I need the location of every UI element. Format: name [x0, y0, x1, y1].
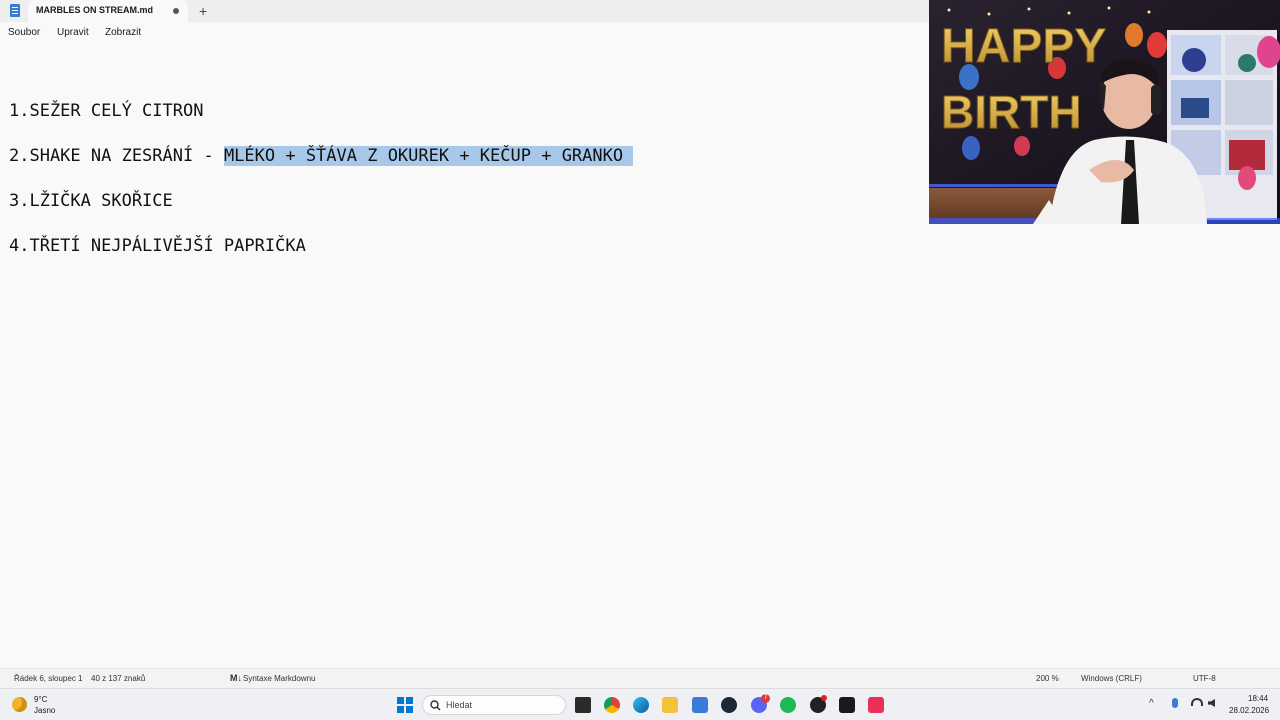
menu-edit[interactable]: Upravit: [57, 27, 89, 38]
document-line-1[interactable]: 1.SEŽER CELÝ CITRON: [9, 100, 203, 122]
search-placeholder: Hledat: [446, 700, 473, 710]
zoom-level[interactable]: 200 %: [1036, 674, 1059, 683]
menu-bar: Soubor Upravit Zobrazit: [0, 22, 930, 44]
steam-icon[interactable]: [721, 697, 737, 713]
tab-marbles-on-stream[interactable]: MARBLES ON STREAM.md: [28, 0, 188, 22]
unsaved-dot-icon[interactable]: [173, 8, 179, 14]
balloon-letters-birth: BIRTH: [941, 86, 1082, 138]
title-bar: MARBLES ON STREAM.md +: [0, 0, 930, 22]
task-view-icon[interactable]: [575, 697, 591, 713]
tab-title: MARBLES ON STREAM.md: [36, 5, 153, 15]
webcam-overlay: HAPPY BIRTH: [929, 0, 1280, 224]
moon-icon: [12, 697, 27, 712]
capcut-icon[interactable]: [839, 697, 855, 713]
search-box[interactable]: Hledat: [422, 695, 566, 715]
spotify-icon[interactable]: [780, 697, 796, 713]
edge-icon[interactable]: [633, 697, 649, 713]
tiktok-icon[interactable]: [868, 697, 884, 713]
cursor-position: Řádek 6, sloupec 1: [14, 674, 83, 683]
search-icon: [430, 700, 441, 711]
clock-date[interactable]: 28.02.2026: [1229, 706, 1269, 715]
taskbar: 9°C Jasno Hledat 7 ^ 18:44 28.02.2026: [0, 688, 1280, 720]
syntax-mode[interactable]: Syntaxe Markdownu: [243, 674, 315, 683]
document-line-2[interactable]: 2.SHAKE NA ZESRÁNÍ - MLÉKO + ŠŤÁVA Z OKU…: [9, 145, 634, 167]
weather-description: Jasno: [34, 706, 56, 715]
encoding[interactable]: UTF-8: [1193, 674, 1216, 683]
tray-overflow-chevron-icon[interactable]: ^: [1149, 698, 1154, 709]
discord-notification-badge: 7: [761, 694, 770, 703]
character-count: 40 z 137 znaků: [91, 674, 146, 683]
balloon-letters-happy: HAPPY: [941, 20, 1106, 73]
clock-time[interactable]: 18:44: [1248, 694, 1268, 703]
notepad-icon: [10, 4, 20, 17]
new-tab-button[interactable]: +: [199, 2, 207, 20]
windows-icon: [397, 697, 413, 713]
document-line-3[interactable]: 3.LŽIČKA SKOŘICE: [9, 190, 173, 212]
chrome-icon[interactable]: [604, 697, 620, 713]
document-line-4[interactable]: 4.TŘETÍ NEJPÁLIVĚJŠÍ PAPRIČKA: [9, 235, 306, 257]
volume-icon[interactable]: [1208, 699, 1215, 707]
file-explorer-icon[interactable]: [662, 697, 678, 713]
microphone-icon[interactable]: [1172, 698, 1178, 708]
menu-view[interactable]: Zobrazit: [105, 27, 141, 38]
start-button[interactable]: [397, 697, 413, 713]
recording-indicator: [821, 695, 827, 701]
markdown-icon: M↓: [230, 673, 242, 683]
webcam-scene: HAPPY BIRTH: [929, 0, 1280, 224]
line-2-text: 2.SHAKE NA ZESRÁNÍ -: [9, 146, 224, 166]
selected-text[interactable]: MLÉKO + ŠŤÁVA Z OKUREK + KEČUP + GRANKO: [223, 146, 634, 166]
line-endings[interactable]: Windows (CRLF): [1081, 674, 1142, 683]
weather-temperature: 9°C: [34, 695, 48, 704]
status-bar: Řádek 6, sloupec 1 40 z 137 znaků M↓ Syn…: [0, 668, 1280, 688]
wifi-icon[interactable]: [1191, 698, 1203, 706]
menu-file[interactable]: Soubor: [8, 27, 40, 38]
notepad-taskbar-icon[interactable]: [692, 697, 708, 713]
